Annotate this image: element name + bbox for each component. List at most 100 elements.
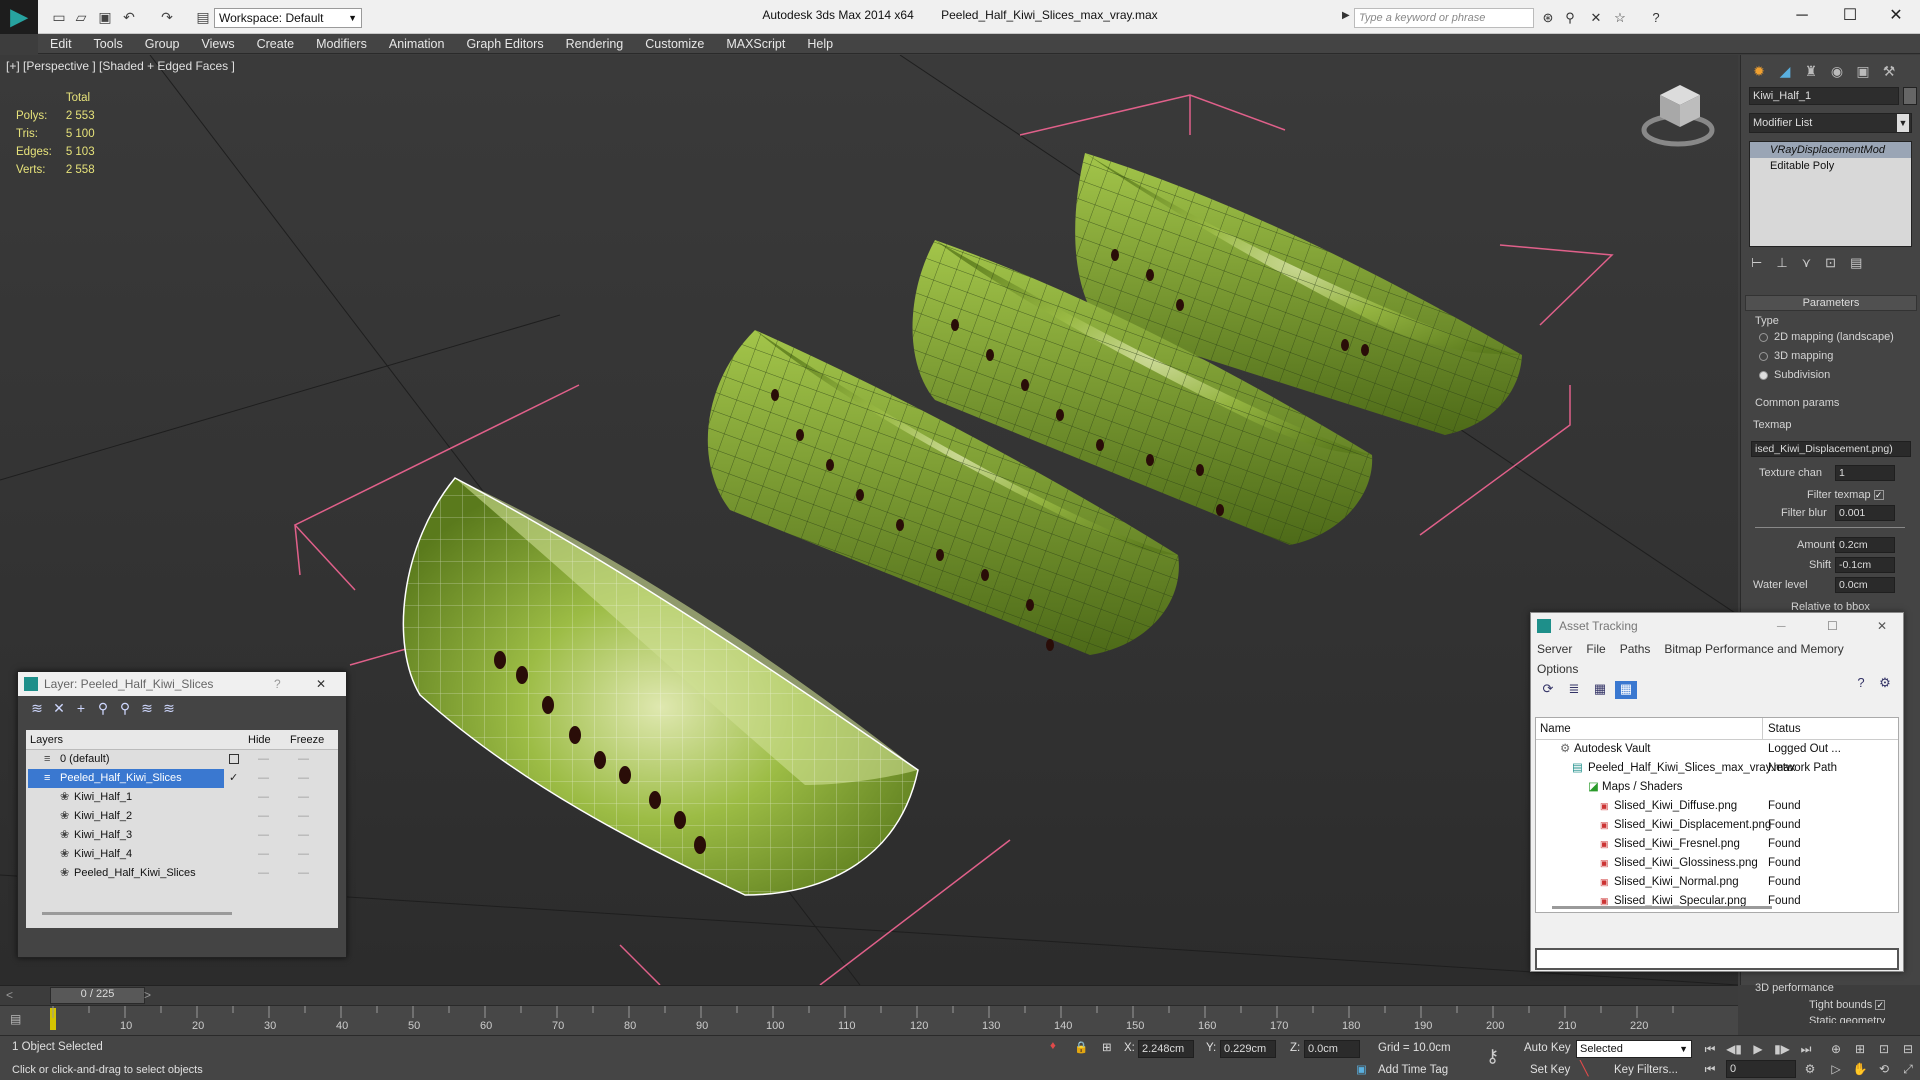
maximize-viewport-icon[interactable]: ⤢ (1898, 1060, 1918, 1078)
add-time-tag-button[interactable]: Add Time Tag (1378, 1064, 1448, 1076)
absolute-mode-icon[interactable]: ⊞ (1102, 1040, 1112, 1054)
save-file-icon[interactable]: ▣ (96, 8, 114, 26)
pan-view-icon[interactable]: ✋ (1850, 1060, 1870, 1078)
asset-row[interactable]: ▤ Peeled_Half_Kiwi_Slices_max_vray.max Net… (1536, 759, 1898, 778)
menu-customize[interactable]: Customize (633, 34, 714, 54)
zoom-all-icon[interactable]: ⊞ (1850, 1040, 1870, 1058)
menu-views[interactable]: Views (189, 34, 244, 54)
texture-chan-spinner[interactable]: 1 (1835, 465, 1895, 481)
settings-icon[interactable]: ⚙ (1875, 675, 1895, 693)
menu-help[interactable]: Help (795, 34, 843, 54)
menu-edit[interactable]: Edit (38, 34, 82, 54)
set-key-button[interactable]: Set Key (1530, 1064, 1570, 1076)
prev-frame-arrow-icon[interactable]: < (6, 988, 13, 1002)
create-tab-icon[interactable]: ✹ (1747, 59, 1771, 83)
layer-object-row[interactable]: ❀ Kiwi_Half_1 ― ― (26, 788, 338, 807)
freeze-toggle[interactable]: ― (298, 807, 309, 826)
menu-create[interactable]: Create (245, 34, 305, 54)
hide-toggle[interactable]: ― (258, 788, 269, 807)
communication-center-icon[interactable]: ✕ (1588, 10, 1604, 26)
object-name-field[interactable]: Kiwi_Half_1 (1749, 87, 1899, 105)
menu-tools[interactable]: Tools (82, 34, 133, 54)
freeze-toggle[interactable]: ― (298, 769, 309, 788)
redo-icon[interactable]: ↷ (158, 8, 176, 26)
go-to-start-icon[interactable]: ⏮ (1700, 1040, 1720, 1058)
help-icon[interactable]: ? (1648, 10, 1664, 26)
hide-all-icon[interactable]: ≋ (136, 700, 158, 717)
close-button[interactable]: ✕ (1876, 4, 1916, 28)
menu-options[interactable]: Options (1537, 662, 1578, 676)
minimize-icon[interactable]: ─ (1777, 613, 1786, 639)
key-filters-button[interactable]: Key Filters... (1614, 1064, 1678, 1076)
maximize-button[interactable]: ☐ (1830, 4, 1870, 28)
hide-toggle[interactable]: ― (258, 845, 269, 864)
orbit-icon[interactable]: ⟲ (1874, 1060, 1894, 1078)
radio-subdivision[interactable]: Subdivision (1759, 369, 1830, 381)
time-tag-icon[interactable]: ▣ (1356, 1062, 1367, 1076)
subscription-icon[interactable]: ⚲ (1562, 10, 1578, 26)
filter-blur-spinner[interactable]: 0.001 (1835, 505, 1895, 521)
freeze-toggle[interactable]: ― (298, 826, 309, 845)
play-icon[interactable]: ▶ (1748, 1040, 1768, 1058)
asset-path-input[interactable] (1535, 948, 1899, 970)
modify-tab-icon[interactable]: ◢ (1773, 59, 1797, 83)
radio-3d-mapping[interactable]: 3D mapping (1759, 350, 1833, 362)
hide-toggle[interactable]: ― (258, 750, 269, 769)
hide-toggle[interactable]: ― (258, 769, 269, 788)
asset-row[interactable]: ▣ Slised_Kiwi_Diffuse.png Found (1536, 797, 1898, 816)
asset-row[interactable]: ◪ Maps / Shaders (1536, 778, 1898, 797)
asset-row[interactable]: ▣ Slised_Kiwi_Normal.png Found (1536, 873, 1898, 892)
zoom-icon[interactable]: ⊕ (1826, 1040, 1846, 1058)
parameters-rollout-header[interactable]: Parameters (1745, 295, 1917, 311)
go-to-end-icon[interactable]: ⏭ (1796, 1040, 1816, 1058)
asset-window-titlebar[interactable]: Asset Tracking ─ ☐ ✕ (1531, 613, 1903, 639)
active-layer-box[interactable] (229, 754, 239, 764)
freeze-toggle[interactable]: ― (298, 845, 309, 864)
highlight-icon[interactable]: ⚲ (114, 700, 136, 717)
close-icon[interactable]: ✕ (316, 672, 326, 696)
frame-counter[interactable]: 0 / 225 (50, 987, 145, 1004)
menu-bitmap-performance[interactable]: Bitmap Performance and Memory (1664, 642, 1843, 656)
pin-icon[interactable]: ♦ (1050, 1040, 1056, 1052)
menu-animation[interactable]: Animation (377, 34, 455, 54)
menu-file[interactable]: File (1586, 642, 1605, 656)
hide-toggle[interactable]: ― (258, 826, 269, 845)
freeze-toggle[interactable]: ― (298, 750, 309, 769)
horizontal-scrollbar[interactable] (42, 912, 232, 915)
menu-maxscript[interactable]: MAXScript (714, 34, 795, 54)
key-mode-icon[interactable]: ⏮ (1700, 1060, 1720, 1078)
freeze-all-icon[interactable]: ≋ (158, 700, 180, 717)
freeze-toggle[interactable]: ― (298, 788, 309, 807)
select-objects-icon[interactable]: ⚲ (92, 700, 114, 717)
zoom-extents-all-icon[interactable]: ⊟ (1898, 1040, 1918, 1058)
thumbnail-view-icon[interactable]: ▦ (1589, 681, 1611, 699)
layer-row[interactable]: ≡ 0 (default) ― ― (26, 750, 338, 769)
table-view-icon[interactable]: ▦ (1615, 681, 1637, 699)
app-logo-button[interactable]: ▶ (0, 0, 38, 34)
previous-frame-icon[interactable]: ◀▮ (1724, 1040, 1744, 1058)
horizontal-scrollbar[interactable] (1552, 906, 1772, 909)
field-of-view-icon[interactable]: ▷ (1826, 1060, 1846, 1078)
menu-rendering[interactable]: Rendering (554, 34, 634, 54)
menu-group[interactable]: Group (133, 34, 190, 54)
texmap-button[interactable]: ised_Kiwi_Displacement.png) (1751, 441, 1911, 457)
next-frame-arrow-icon[interactable]: > (144, 988, 151, 1002)
search-arrow-icon[interactable]: ▶ (1342, 10, 1350, 21)
minimize-button[interactable]: ─ (1782, 4, 1822, 28)
filter-texmap-checkbox[interactable]: Filter texmap ✓ (1807, 489, 1884, 501)
asset-row[interactable]: ▣ Slised_Kiwi_Glossiness.png Found (1536, 854, 1898, 873)
layer-row-selected[interactable]: ≡ Peeled_Half_Kiwi_Slices ✓ ― ― (26, 769, 338, 788)
layers-icon[interactable]: ≋ (26, 700, 48, 717)
auto-key-button[interactable]: Auto Key (1524, 1042, 1571, 1054)
amount-spinner[interactable]: 0.2cm (1835, 537, 1895, 553)
delete-layer-icon[interactable]: ✕ (48, 700, 70, 717)
hide-toggle[interactable]: ― (258, 807, 269, 826)
binoculars-icon[interactable]: ⊛ (1540, 10, 1556, 26)
menu-server[interactable]: Server (1537, 642, 1572, 656)
asset-row[interactable]: ▣ Slised_Kiwi_Fresnel.png Found (1536, 835, 1898, 854)
modifier-list-dropdown[interactable]: Modifier List ▼ (1749, 113, 1912, 133)
zoom-extents-icon[interactable]: ⊡ (1874, 1040, 1894, 1058)
menu-modifiers[interactable]: Modifiers (304, 34, 377, 54)
viewport-label[interactable]: [+] [Perspective ] [Shaded + Edged Faces… (6, 59, 235, 73)
col-hide[interactable]: Hide (248, 730, 271, 750)
